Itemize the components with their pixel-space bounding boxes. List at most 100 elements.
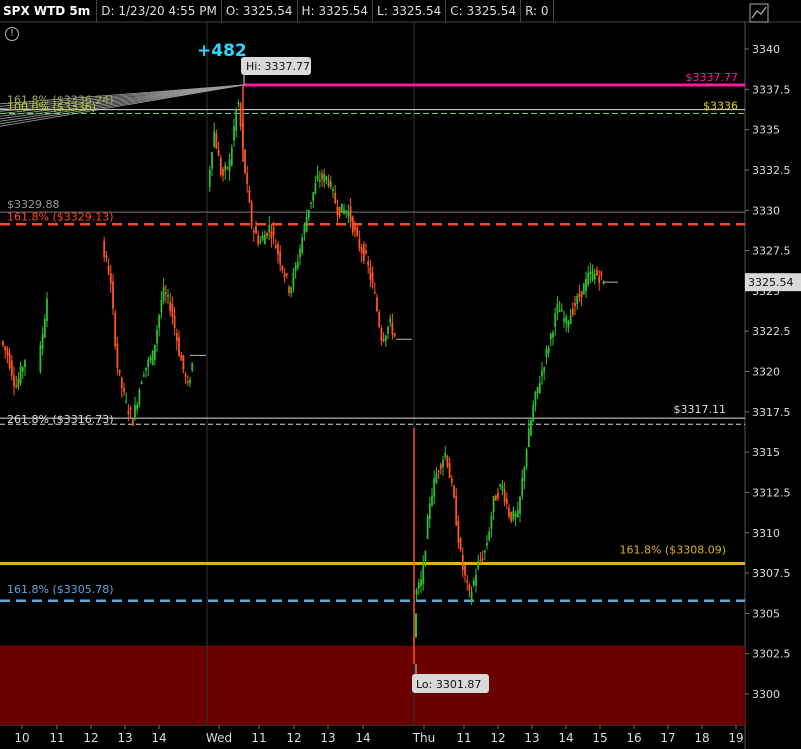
candle-body	[477, 561, 480, 569]
candle-body	[268, 225, 271, 232]
candle-body	[125, 400, 128, 403]
candle-body	[596, 269, 598, 276]
candle-body	[459, 538, 462, 550]
candle-body	[351, 216, 354, 233]
candle-body	[503, 489, 506, 502]
low-label: L: 3325.54	[372, 0, 445, 22]
candle-body	[508, 507, 510, 517]
level-label: 161.8% ($3308.09)	[619, 544, 726, 557]
candle-body	[107, 265, 110, 274]
candle-body	[367, 261, 370, 266]
candle-body	[175, 333, 178, 341]
candle-body	[587, 273, 590, 285]
x-tick-label: 11	[251, 731, 266, 745]
candle-body	[290, 287, 293, 294]
candle-body	[184, 373, 187, 377]
candle-body	[378, 312, 381, 327]
candle-body	[574, 302, 576, 307]
candle-body	[521, 478, 524, 497]
candle-body	[6, 348, 9, 356]
candle-body	[230, 147, 233, 166]
candle-body	[543, 367, 546, 372]
candle-body	[448, 463, 451, 479]
y-tick-label: 3310	[752, 527, 780, 540]
candle-body	[490, 516, 493, 529]
x-tick-label: 16	[626, 731, 641, 745]
candle-body	[600, 271, 603, 276]
candle-body	[211, 152, 213, 169]
candle-body	[274, 244, 277, 249]
symbol-label[interactable]: SPX WTD 5m	[0, 4, 96, 18]
y-tick-label: 3312.5	[752, 486, 791, 499]
hi-label: Hi: 3337.77	[246, 60, 310, 73]
y-tick-label: 3317.5	[752, 406, 791, 419]
price-chart[interactable]: 33403337.533353332.533303327.533253322.5…	[0, 0, 801, 749]
candle-body	[571, 308, 574, 315]
candle-body	[316, 174, 319, 180]
candle-body	[281, 266, 284, 271]
candle-body	[444, 453, 447, 458]
candle-body	[147, 359, 150, 367]
candle-body	[349, 206, 352, 222]
candle-body	[8, 352, 11, 369]
candle-body	[565, 316, 568, 324]
candle-body	[255, 226, 257, 234]
candle-body	[279, 251, 282, 265]
candle-body	[156, 329, 158, 344]
candle-body	[497, 492, 499, 499]
candle-body	[426, 516, 429, 539]
candle-body	[472, 580, 475, 586]
candle-body	[292, 272, 295, 288]
candle-body	[340, 203, 343, 213]
date-label: D: 1/23/20 4:55 PM	[96, 0, 221, 22]
info-icon[interactable]: !	[5, 27, 19, 41]
y-tick-label: 3327.5	[752, 245, 791, 258]
candle-body	[356, 227, 359, 236]
candle-body	[453, 486, 455, 498]
candle-body	[134, 404, 136, 420]
candle-body	[136, 404, 139, 410]
candle-body	[312, 192, 315, 201]
move-annotation: +482	[197, 41, 247, 61]
candle-body	[178, 337, 180, 356]
candle-body	[321, 173, 323, 180]
candle-body	[208, 169, 211, 187]
candle-body	[428, 503, 431, 519]
x-tick-label: 15	[592, 731, 607, 745]
drawing-tool-icon[interactable]	[749, 3, 769, 23]
candle-body	[272, 227, 275, 236]
candle-body	[516, 510, 519, 517]
candle-body	[13, 375, 15, 387]
candle-body	[222, 168, 224, 176]
candle-body	[591, 271, 594, 281]
candle-body	[494, 495, 497, 501]
candle-body	[169, 302, 172, 312]
candle-body	[248, 189, 251, 203]
close-label: C: 3325.54	[445, 0, 520, 22]
candle-body	[235, 109, 238, 131]
candle-body	[217, 150, 220, 156]
candle-body	[325, 176, 328, 180]
candle-body	[387, 326, 389, 334]
candle-body	[189, 379, 191, 384]
candle-body	[510, 511, 513, 522]
candle-body	[391, 322, 394, 335]
candle-body	[43, 318, 46, 338]
candle-body	[310, 202, 312, 205]
support-zone	[0, 645, 745, 725]
candle-body	[488, 531, 491, 541]
candle-body	[277, 244, 279, 255]
candle-body	[455, 496, 458, 526]
x-tick-label: 11	[456, 731, 471, 745]
x-tick-label: 19	[728, 731, 743, 745]
candle-body	[343, 209, 345, 214]
y-tick-label: 3322.5	[752, 325, 791, 338]
y-tick-label: 3320	[752, 366, 780, 379]
candle-body	[576, 295, 579, 305]
candle-body	[382, 338, 385, 341]
candle-body	[534, 391, 537, 406]
candle-body	[261, 235, 264, 241]
candle-body	[123, 388, 125, 392]
candle-body	[422, 562, 425, 585]
x-tick-label: 14	[355, 731, 370, 745]
